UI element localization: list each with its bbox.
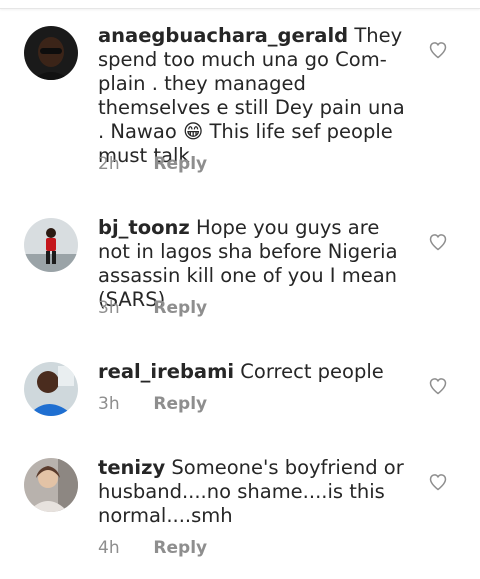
heart-outline-icon	[429, 42, 447, 59]
reply-button[interactable]: Reply	[153, 298, 207, 318]
comment-meta: 3h Reply	[98, 393, 207, 415]
like-button[interactable]	[428, 472, 448, 492]
heart-outline-icon	[429, 474, 447, 491]
comment-meta: 2h Reply	[98, 153, 207, 175]
comment-username[interactable]: anaegbuachara_gerald	[98, 24, 348, 47]
reply-button[interactable]: Reply	[153, 538, 207, 558]
comment-time[interactable]: 4h	[98, 537, 148, 559]
like-button[interactable]	[428, 376, 448, 396]
comment-body: real_irebami Correct people	[98, 360, 406, 384]
comment-body: tenizy Someone's boyfriend or husband...…	[98, 456, 406, 528]
avatar-man-blue-shirt-icon	[24, 362, 78, 416]
reply-button[interactable]: Reply	[153, 394, 207, 414]
comment-meta: 4h Reply	[98, 537, 207, 559]
comment-username[interactable]: real_irebami	[98, 360, 234, 383]
avatar[interactable]	[24, 362, 78, 416]
comment-time[interactable]: 3h	[98, 297, 148, 319]
comment-body: anaegbuachara_gerald They spend too much…	[98, 24, 406, 168]
avatar[interactable]	[24, 458, 78, 512]
comment-time[interactable]: 2h	[98, 153, 148, 175]
like-button[interactable]	[428, 232, 448, 252]
avatar-woman-gray-icon	[24, 458, 78, 512]
comment-text: Correct people	[240, 360, 384, 383]
like-button[interactable]	[428, 40, 448, 60]
reply-button[interactable]: Reply	[153, 154, 207, 174]
heart-outline-icon	[429, 378, 447, 395]
top-divider	[0, 0, 480, 9]
avatar[interactable]	[24, 218, 78, 272]
comment-time[interactable]: 3h	[98, 393, 148, 415]
avatar-runner-red-icon	[24, 218, 78, 272]
comment-username[interactable]: bj_toonz	[98, 216, 190, 239]
avatar[interactable]	[24, 26, 78, 80]
heart-outline-icon	[429, 234, 447, 251]
avatar-dark-glasses-icon	[24, 26, 78, 80]
comment-username[interactable]: tenizy	[98, 456, 165, 479]
comment-meta: 3h Reply	[98, 297, 207, 319]
